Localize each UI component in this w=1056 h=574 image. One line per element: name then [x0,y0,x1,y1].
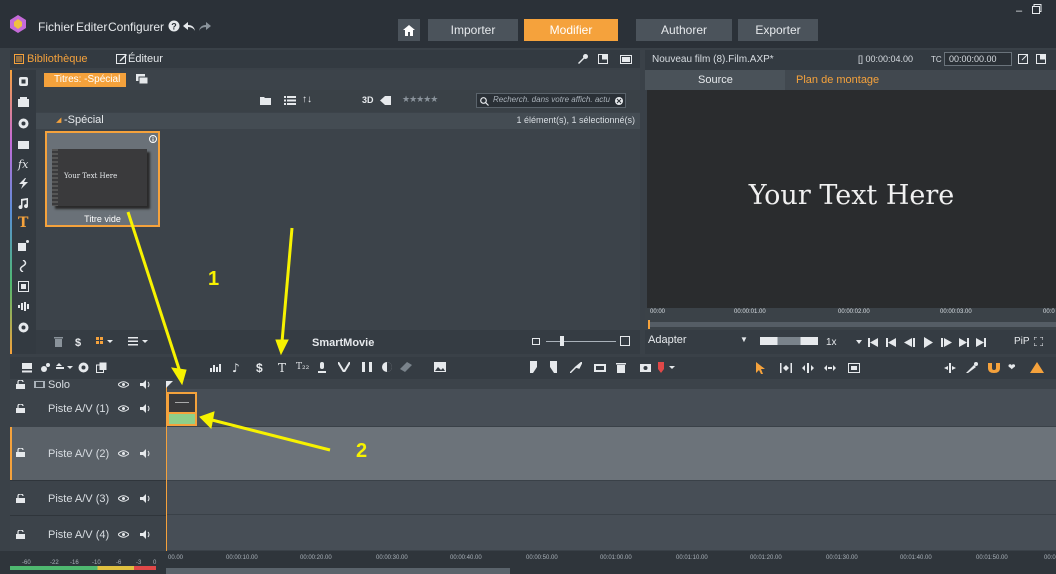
annotation-label-1: 1 [208,268,220,290]
arrow-1 [126,211,187,386]
arrow-3 [199,411,331,452]
annotation-label-2: 2 [356,440,368,462]
arrow-2 [275,227,294,356]
annotation-arrows [126,211,331,452]
